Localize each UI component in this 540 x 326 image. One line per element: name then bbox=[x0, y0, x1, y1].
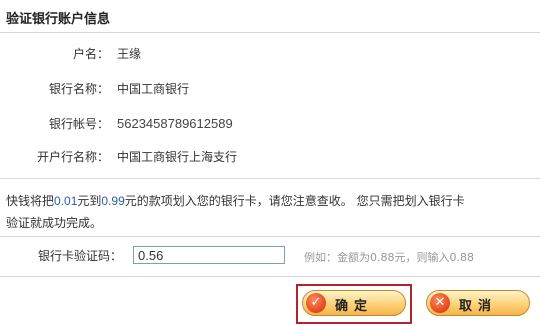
holder-value: 王缘 bbox=[117, 47, 142, 61]
verify-hint: 例如：金额为0.88元，则输入0.88 bbox=[304, 251, 474, 264]
close-icon: ✕ bbox=[430, 293, 450, 313]
page-header: 验证银行账户信息 bbox=[0, 0, 540, 33]
notice-part3: 元的款项划入您的银行卡，请您注意查收。 您只需把划入银行卡 bbox=[124, 194, 465, 208]
verify-code-input[interactable] bbox=[133, 246, 285, 264]
branch-label: 开户行名称： bbox=[36, 150, 109, 164]
cancel-button-label: 取消 bbox=[459, 299, 498, 314]
bank-value: 中国工商银行 bbox=[117, 82, 190, 96]
account-value: 5623458789612589 bbox=[117, 116, 233, 131]
notice-part1: 快钱将把 bbox=[6, 194, 55, 208]
verify-label: 银行卡验证码： bbox=[37, 249, 122, 263]
account-label: 银行帐号： bbox=[48, 117, 109, 131]
confirm-button[interactable]: ✓ 确定 bbox=[302, 290, 406, 316]
notice-amount-min: 0.01 bbox=[54, 194, 78, 208]
divider-bottom bbox=[0, 276, 540, 277]
cancel-button[interactable]: ✕ 取消 bbox=[426, 290, 530, 316]
page-title: 验证银行账户信息 bbox=[6, 12, 111, 27]
notice-part2: 元到 bbox=[77, 194, 102, 208]
notice-line-1: 快钱将把0.01元到0.99元的款项划入您的银行卡，请您注意查收。 您只需把划入… bbox=[6, 190, 540, 212]
notice-line-2: 验证就成功完成。 bbox=[6, 216, 103, 230]
bank-label: 银行名称： bbox=[48, 82, 109, 96]
branch-value: 中国工商银行上海支行 bbox=[117, 150, 238, 164]
notice-amount-max: 0.99 bbox=[101, 194, 125, 208]
branch-row: 开户行名称： 中国工商银行上海支行 bbox=[0, 147, 540, 167]
account-row: 银行帐号： 5623458789612589 bbox=[0, 114, 540, 134]
checkmark-icon: ✓ bbox=[306, 293, 326, 313]
confirm-button-label: 确定 bbox=[335, 299, 374, 314]
bank-row: 银行名称： 中国工商银行 bbox=[0, 79, 540, 99]
divider-mid bbox=[0, 236, 540, 237]
holder-row: 户名： 王缘 bbox=[0, 44, 540, 64]
notice-text: 快钱将把0.01元到0.99元的款项划入您的银行卡，请您注意查收。 您只需把划入… bbox=[6, 190, 540, 234]
divider-top bbox=[0, 178, 540, 179]
holder-label: 户名： bbox=[72, 47, 109, 61]
